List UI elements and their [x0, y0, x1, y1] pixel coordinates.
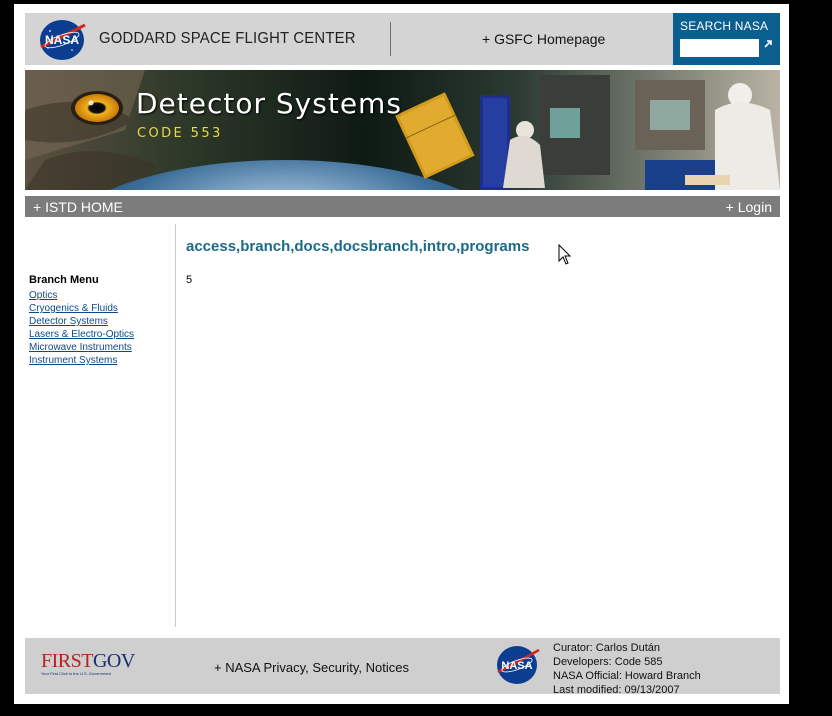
branch-menu-item-detector-systems[interactable]: Detector Systems	[29, 315, 134, 328]
firstgov-gov-text: GOV	[92, 650, 135, 672]
footer-nasa-logo-text: NASA	[501, 660, 532, 672]
banner-code: CODE 553	[137, 126, 223, 141]
istd-home-link[interactable]: + ISTD HOME	[33, 199, 123, 215]
branch-menu-item-instrument-systems[interactable]: Instrument Systems	[29, 354, 134, 367]
firstgov-first-text: FIRST	[41, 650, 93, 672]
nav-bar: + ISTD HOME + Login	[25, 196, 780, 217]
nasa-official-text: NASA Official: Howard Branch	[553, 670, 701, 682]
banner: Detector Systems CODE 553	[25, 70, 780, 190]
search-label: SEARCH NASA	[680, 19, 769, 33]
gsfc-homepage-link[interactable]: + GSFC Homepage	[482, 31, 605, 47]
branch-menu-item-cryogenics[interactable]: Cryogenics & Fluids	[29, 302, 134, 315]
center-name: GODDARD SPACE FLIGHT CENTER	[99, 30, 356, 47]
nasa-logo-icon[interactable]: NASA	[38, 19, 88, 61]
nasa-footer-logo-icon[interactable]: NASA	[496, 645, 540, 685]
nasa-logo-text: NASA	[45, 33, 79, 47]
mouse-pointer-icon	[558, 244, 572, 265]
page-title: access,branch,docs,docsbranch,intro,prog…	[186, 238, 530, 255]
search-nasa-box: SEARCH NASA	[673, 13, 780, 65]
footer-credits: Curator: Carlos Dután Developers: Code 5…	[553, 641, 701, 697]
firstgov-logo[interactable]: FIRSTGOV Your First Click to the U.S. Go…	[41, 650, 135, 676]
last-modified-text: Last modified: 09/13/2007	[553, 684, 680, 696]
login-link[interactable]: + Login	[726, 199, 772, 215]
site-footer: FIRSTGOV Your First Click to the U.S. Go…	[25, 638, 780, 697]
curator-text: Curator: Carlos Dután	[553, 642, 660, 654]
developers-text: Developers: Code 585	[553, 656, 663, 668]
page-body-text: 5	[186, 274, 193, 286]
branch-menu: Branch Menu Optics Cryogenics & Fluids D…	[29, 274, 134, 367]
page: NASA GODDARD SPACE FLIGHT CENTER + GSFC …	[14, 4, 789, 704]
branch-menu-item-lasers[interactable]: Lasers & Electro-Optics	[29, 328, 134, 341]
nasa-privacy-link[interactable]: + NASA Privacy, Security, Notices	[214, 660, 409, 675]
header-divider	[390, 22, 391, 56]
sidebar-divider	[175, 224, 176, 627]
branch-menu-item-microwave[interactable]: Microwave Instruments	[29, 341, 134, 354]
search-go-arrow-icon[interactable]	[762, 38, 774, 50]
banner-title: Detector Systems	[136, 87, 402, 120]
branch-menu-item-optics[interactable]: Optics	[29, 289, 134, 302]
search-input[interactable]	[680, 39, 759, 57]
site-header: NASA GODDARD SPACE FLIGHT CENTER + GSFC …	[25, 13, 780, 65]
branch-menu-title: Branch Menu	[29, 274, 99, 286]
